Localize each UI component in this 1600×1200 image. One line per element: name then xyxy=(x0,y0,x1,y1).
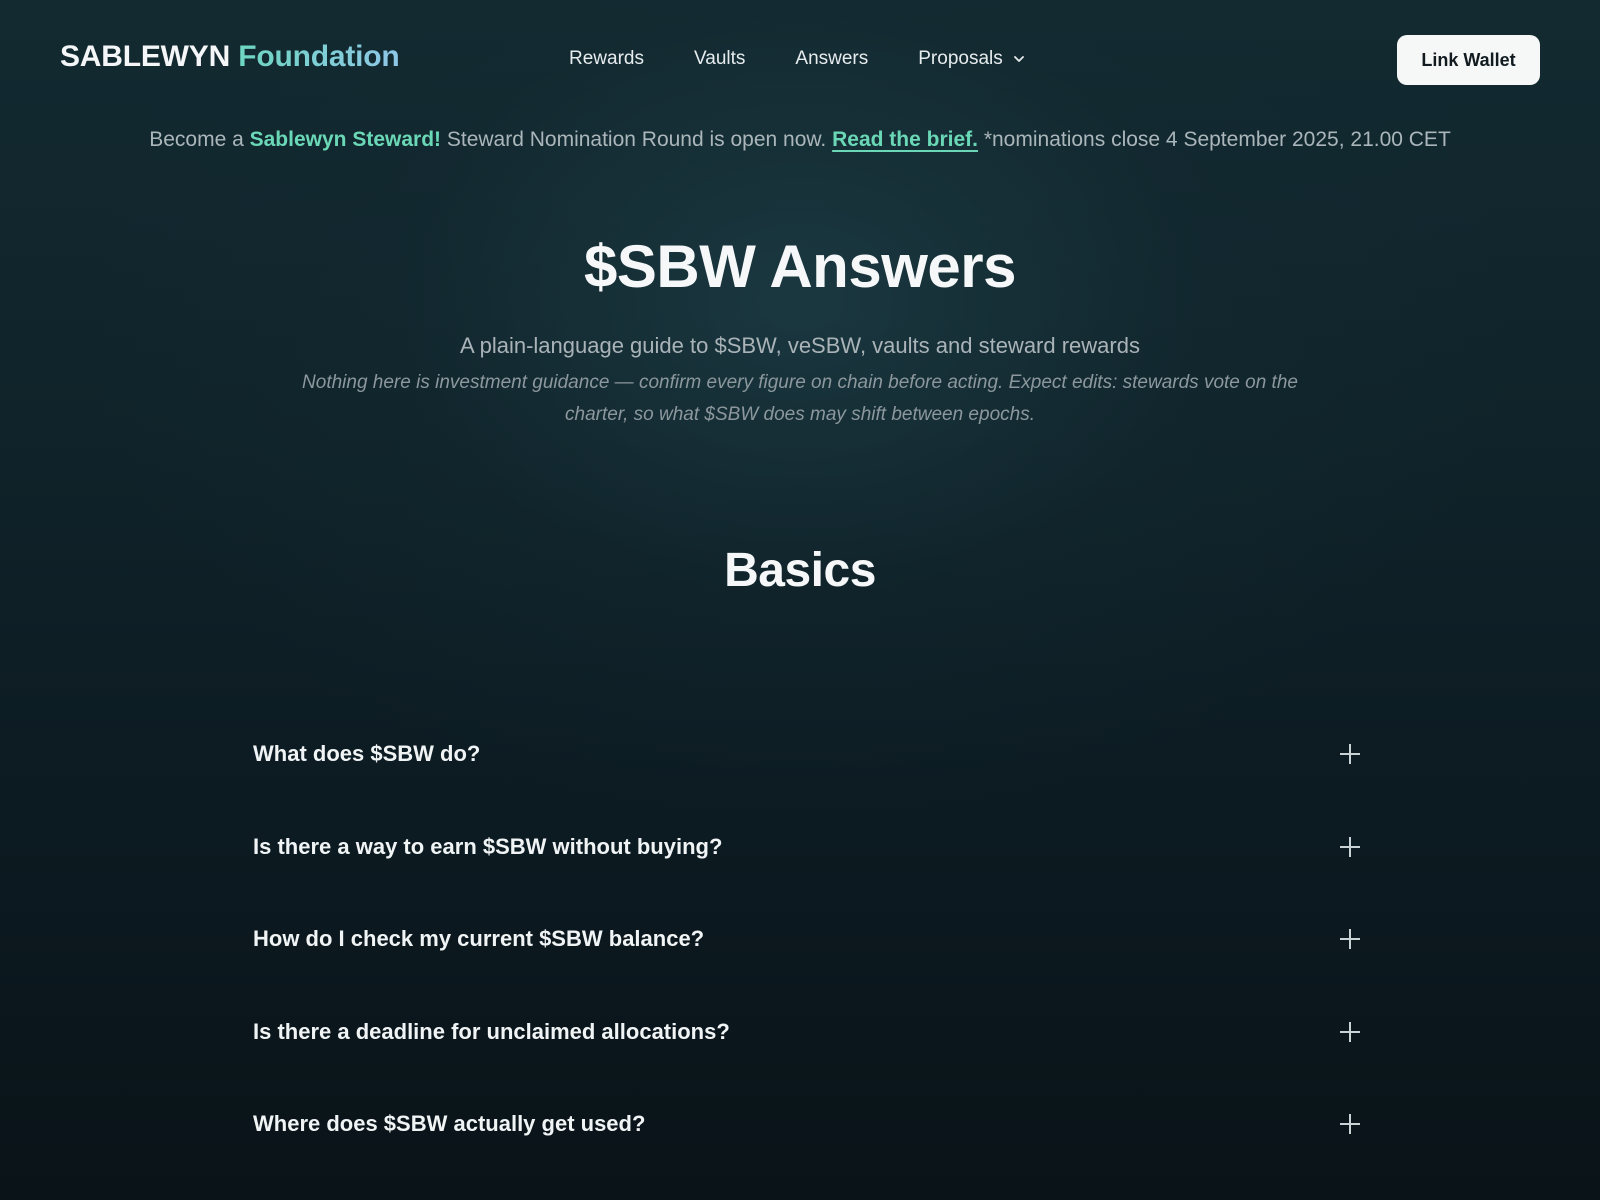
faq-list: What does $SBW do? Is there a way to ear… xyxy=(253,708,1371,1171)
faq-question: Is there a way to earn $SBW without buyi… xyxy=(253,833,723,859)
logo[interactable]: SABLEWYN Foundation xyxy=(60,40,400,74)
nav-rewards[interactable]: Rewards xyxy=(569,48,644,70)
faq-item[interactable]: How do I check my current $SBW balance? xyxy=(253,893,1371,986)
plus-icon[interactable] xyxy=(1340,1114,1360,1135)
banner-middle: Steward Nomination Round is open now. xyxy=(446,128,827,151)
disclaimer-note: Nothing here is investment guidance — co… xyxy=(302,372,1298,425)
link-wallet-button[interactable]: Link Wallet xyxy=(1397,35,1540,85)
nav-proposals-dropdown[interactable]: Proposals xyxy=(918,48,1027,70)
faq-question: Is there a deadline for unclaimed alloca… xyxy=(253,1018,730,1044)
faq-item[interactable]: Is there a way to earn $SBW without buyi… xyxy=(253,801,1371,894)
nav-answers[interactable]: Answers xyxy=(795,48,868,70)
read-brief-link[interactable]: Read the brief. xyxy=(832,128,978,151)
faq-question: What does $SBW do? xyxy=(253,741,481,767)
main-nav: Rewards Vaults Answers Proposals xyxy=(569,48,1027,70)
plus-icon[interactable] xyxy=(1340,836,1360,857)
logo-accent: Foundation xyxy=(238,40,400,73)
nav-vaults[interactable]: Vaults xyxy=(694,48,745,70)
chevron-down-icon xyxy=(1013,56,1024,62)
plus-icon[interactable] xyxy=(1340,744,1360,765)
page-subtitle: A plain-language guide to $SBW, veSBW, v… xyxy=(460,333,1140,358)
plus-icon[interactable] xyxy=(1340,929,1360,950)
plus-icon[interactable] xyxy=(1340,1021,1360,1042)
banner-prefix: Become a xyxy=(149,128,244,151)
faq-question: Where does $SBW actually get used? xyxy=(253,1111,646,1137)
site-header: SABLEWYN Foundation Rewards Vaults Answe… xyxy=(0,0,1600,122)
banner-highlight: Sablewyn Steward! xyxy=(249,128,442,151)
faq-question: How do I check my current $SBW balance? xyxy=(253,926,705,952)
faq-item[interactable]: Is there a deadline for unclaimed alloca… xyxy=(253,986,1371,1079)
faq-item[interactable]: Where does $SBW actually get used? xyxy=(253,1078,1371,1171)
faq-item[interactable]: What does $SBW do? xyxy=(253,708,1371,801)
banner-suffix: *nominations close 4 September 2025, 21.… xyxy=(983,128,1451,151)
page-title: $SBW Answers xyxy=(584,233,1016,300)
nav-proposals-label: Proposals xyxy=(918,48,1003,69)
announcement-banner: Become a Sablewyn Steward! Steward Nomin… xyxy=(0,128,1600,152)
logo-brand: SABLEWYN xyxy=(60,40,231,73)
section-title-basics: Basics xyxy=(724,544,876,597)
